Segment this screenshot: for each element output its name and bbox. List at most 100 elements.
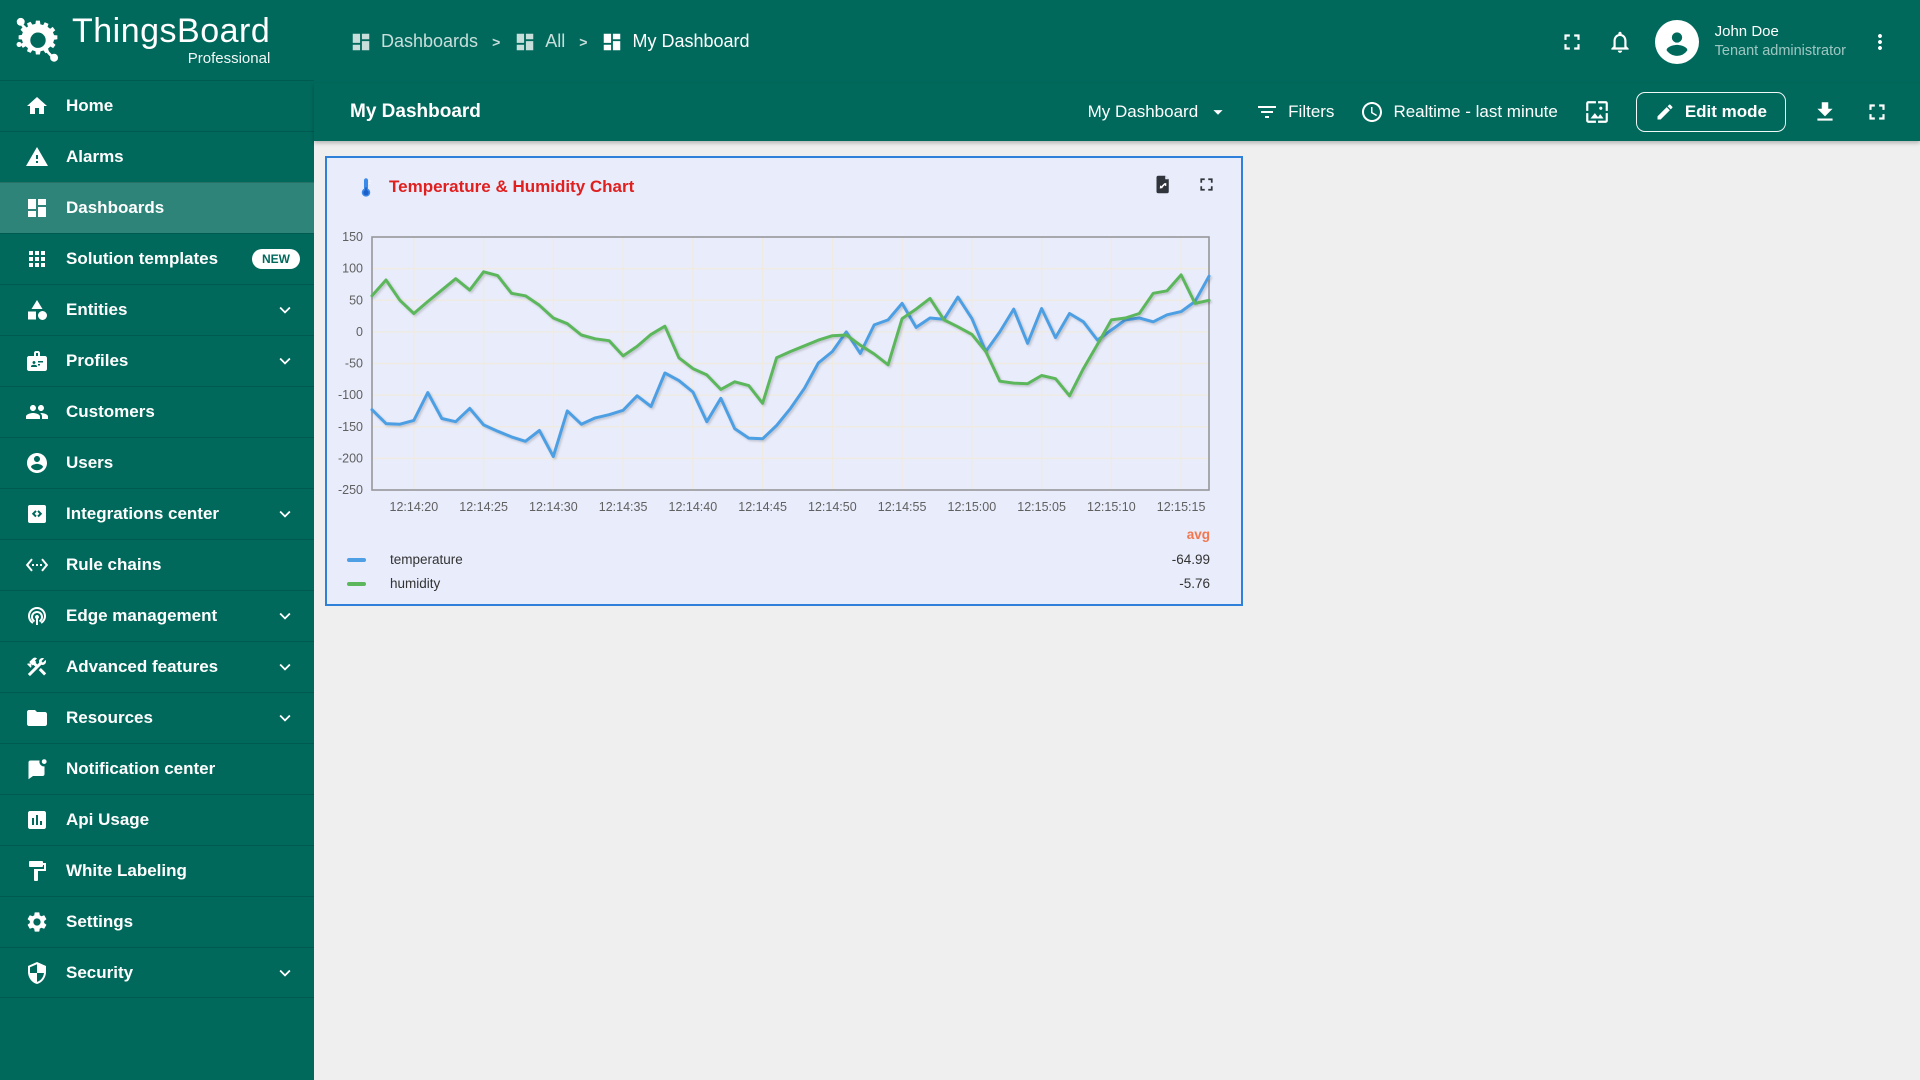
sidebar-item-white-labeling[interactable]: White Labeling bbox=[0, 845, 314, 896]
chevron-down-icon bbox=[279, 357, 291, 365]
dashboard-icon bbox=[350, 31, 372, 53]
svg-text:12:14:55: 12:14:55 bbox=[878, 500, 927, 514]
download-icon[interactable] bbox=[1812, 99, 1838, 125]
svg-text:12:14:40: 12:14:40 bbox=[669, 500, 718, 514]
breadcrumb-item-dashboards[interactable]: Dashboards bbox=[350, 31, 478, 53]
state-selector-label: My Dashboard bbox=[1087, 102, 1199, 121]
sidebar-item-security[interactable]: Security bbox=[0, 947, 314, 998]
chart-legend: avg temperature -64.99 humidity -5.76 bbox=[327, 525, 1241, 594]
sidebar-item-alarms[interactable]: Alarms bbox=[0, 131, 314, 182]
edge-management-icon bbox=[25, 604, 49, 628]
sidebar-item-users[interactable]: Users bbox=[0, 437, 314, 488]
sidebar-item-label: Advanced features bbox=[66, 657, 219, 676]
new-badge: NEW bbox=[252, 249, 300, 269]
svg-text:12:14:45: 12:14:45 bbox=[738, 500, 787, 514]
legend-label[interactable]: humidity bbox=[390, 576, 440, 591]
state-selector[interactable]: My Dashboard bbox=[1088, 101, 1230, 123]
chevron-down-icon bbox=[279, 663, 291, 671]
legend-color-dash bbox=[347, 557, 366, 562]
svg-text:12:15:15: 12:15:15 bbox=[1157, 500, 1206, 514]
filter-icon bbox=[1258, 106, 1277, 118]
filters-button[interactable]: Filters bbox=[1255, 100, 1334, 124]
profiles-icon bbox=[25, 349, 49, 373]
sidebar-item-integrations-center[interactable]: Integrations center bbox=[0, 488, 314, 539]
sidebar-item-dashboards[interactable]: Dashboards bbox=[0, 182, 314, 233]
fullscreen-icon[interactable] bbox=[1559, 29, 1585, 55]
sidebar-item-label: Integrations center bbox=[66, 504, 220, 523]
legend-row-humidity: humidity -5.76 bbox=[347, 573, 1210, 594]
advanced-features-icon bbox=[25, 655, 49, 679]
app-logo[interactable]: ThingsBoard Professional bbox=[0, 0, 314, 80]
svg-text:12:15:10: 12:15:10 bbox=[1087, 500, 1136, 514]
user-role: Tenant administrator bbox=[1714, 42, 1846, 59]
sidebar-item-label: Api Usage bbox=[66, 810, 150, 829]
svg-text:12:14:25: 12:14:25 bbox=[459, 500, 508, 514]
dashboards-icon bbox=[25, 196, 49, 220]
timewindow-button[interactable]: Realtime - last minute bbox=[1360, 100, 1558, 124]
sidebar-item-rule-chains[interactable]: Rule chains bbox=[0, 539, 314, 590]
sidebar-item-api-usage[interactable]: Api Usage bbox=[0, 794, 314, 845]
sidebar-item-label: Settings bbox=[66, 912, 134, 931]
edit-mode-button[interactable]: Edit mode bbox=[1635, 92, 1786, 132]
user-info[interactable]: John Doe Tenant administrator bbox=[1715, 23, 1846, 60]
sidebar-item-advanced-features[interactable]: Advanced features bbox=[0, 641, 314, 692]
sidebar-item-label: Security bbox=[66, 962, 134, 982]
widget-fullscreen-icon[interactable] bbox=[1196, 174, 1217, 195]
breadcrumb-separator: > bbox=[492, 33, 501, 50]
thermometer-icon bbox=[361, 178, 371, 197]
api-usage-icon bbox=[25, 808, 49, 832]
filters-label: Filters bbox=[1288, 102, 1335, 121]
sidebar-item-label: Notification center bbox=[66, 759, 216, 778]
user-name: John Doe bbox=[1714, 23, 1779, 41]
header-actions: John Doe Tenant administrator bbox=[1559, 19, 1892, 64]
white-labeling-icon bbox=[25, 859, 49, 883]
sidebar-item-customers[interactable]: Customers bbox=[0, 386, 314, 437]
legend-avg-value: -5.76 bbox=[1179, 576, 1210, 591]
toolbar-actions: My Dashboard Filters Realtime - last min… bbox=[1088, 92, 1890, 132]
widget-title: Temperature & Humidity Chart bbox=[389, 177, 635, 196]
sidebar-item-resources[interactable]: Resources bbox=[0, 692, 314, 743]
header: Dashboards > All > My Dashboard John Doe Ten… bbox=[314, 0, 1920, 83]
legend-avg-value: -64.99 bbox=[1171, 552, 1210, 567]
breadcrumb: Dashboards > All > My Dashboard bbox=[350, 31, 750, 53]
alarms-icon bbox=[25, 145, 49, 169]
sidebar-item-label: Customers bbox=[66, 402, 155, 421]
sidebar-item-settings[interactable]: Settings bbox=[0, 896, 314, 947]
sidebar-item-profiles[interactable]: Profiles bbox=[0, 335, 314, 386]
sidebar-item-label: Resources bbox=[66, 708, 153, 727]
notifications-bell-icon[interactable] bbox=[1607, 29, 1633, 55]
breadcrumb-item-my-dashboard[interactable]: My Dashboard bbox=[601, 31, 750, 53]
svg-text:12:15:05: 12:15:05 bbox=[1017, 500, 1066, 514]
svg-text:12:14:35: 12:14:35 bbox=[599, 500, 648, 514]
chart-widget[interactable]: Temperature & Humidity Chart 150 100 50 0 -5… bbox=[325, 156, 1243, 606]
svg-text:-100: -100 bbox=[338, 388, 363, 402]
sidebar-item-solution-templates[interactable]: Solution templates NEW bbox=[0, 233, 314, 284]
user-avatar[interactable] bbox=[1654, 19, 1699, 64]
chevron-down-icon bbox=[279, 510, 291, 518]
svg-text:-150: -150 bbox=[338, 420, 363, 434]
timeseries-chart[interactable]: 150 100 50 0 -50 -100 -150 -200 -250 12:14:20 12:1… bbox=[327, 227, 1245, 525]
sidebar-item-label: Solution templates bbox=[66, 249, 219, 268]
sidebar-item-home[interactable]: Home bbox=[0, 80, 314, 131]
sidebar-item-notification-center[interactable]: Notification center bbox=[0, 743, 314, 794]
more-vert-icon[interactable] bbox=[1868, 29, 1892, 55]
breadcrumb-item-all[interactable]: All bbox=[514, 31, 565, 53]
chevron-down-icon bbox=[279, 612, 291, 620]
widget-export-icon[interactable] bbox=[1153, 174, 1174, 195]
dashboard-icon bbox=[514, 31, 536, 53]
chevron-down-icon bbox=[1213, 110, 1223, 115]
customers-icon bbox=[25, 400, 49, 424]
toolbar-fullscreen-icon[interactable] bbox=[1864, 99, 1890, 125]
legend-avg-header: avg bbox=[1186, 527, 1210, 542]
svg-text:-50: -50 bbox=[345, 357, 363, 371]
sidebar-menu: Home Alarms Dashboards Solution templates NE… bbox=[0, 80, 314, 998]
solution-templates-icon bbox=[25, 247, 49, 271]
dashboard-image-icon[interactable] bbox=[1584, 99, 1610, 125]
sidebar-item-entities[interactable]: Entities bbox=[0, 284, 314, 335]
chart-area[interactable]: 150 100 50 0 -50 -100 -150 -200 -250 12:14:20 12:1… bbox=[327, 227, 1241, 525]
sidebar-item-edge-management[interactable]: Edge management bbox=[0, 590, 314, 641]
legend-label[interactable]: temperature bbox=[390, 552, 463, 567]
app-edition: Professional bbox=[187, 50, 271, 67]
sidebar-item-label: Entities bbox=[66, 300, 128, 319]
dashboard-toolbar: My Dashboard My Dashboard Filters Realti… bbox=[314, 83, 1920, 141]
